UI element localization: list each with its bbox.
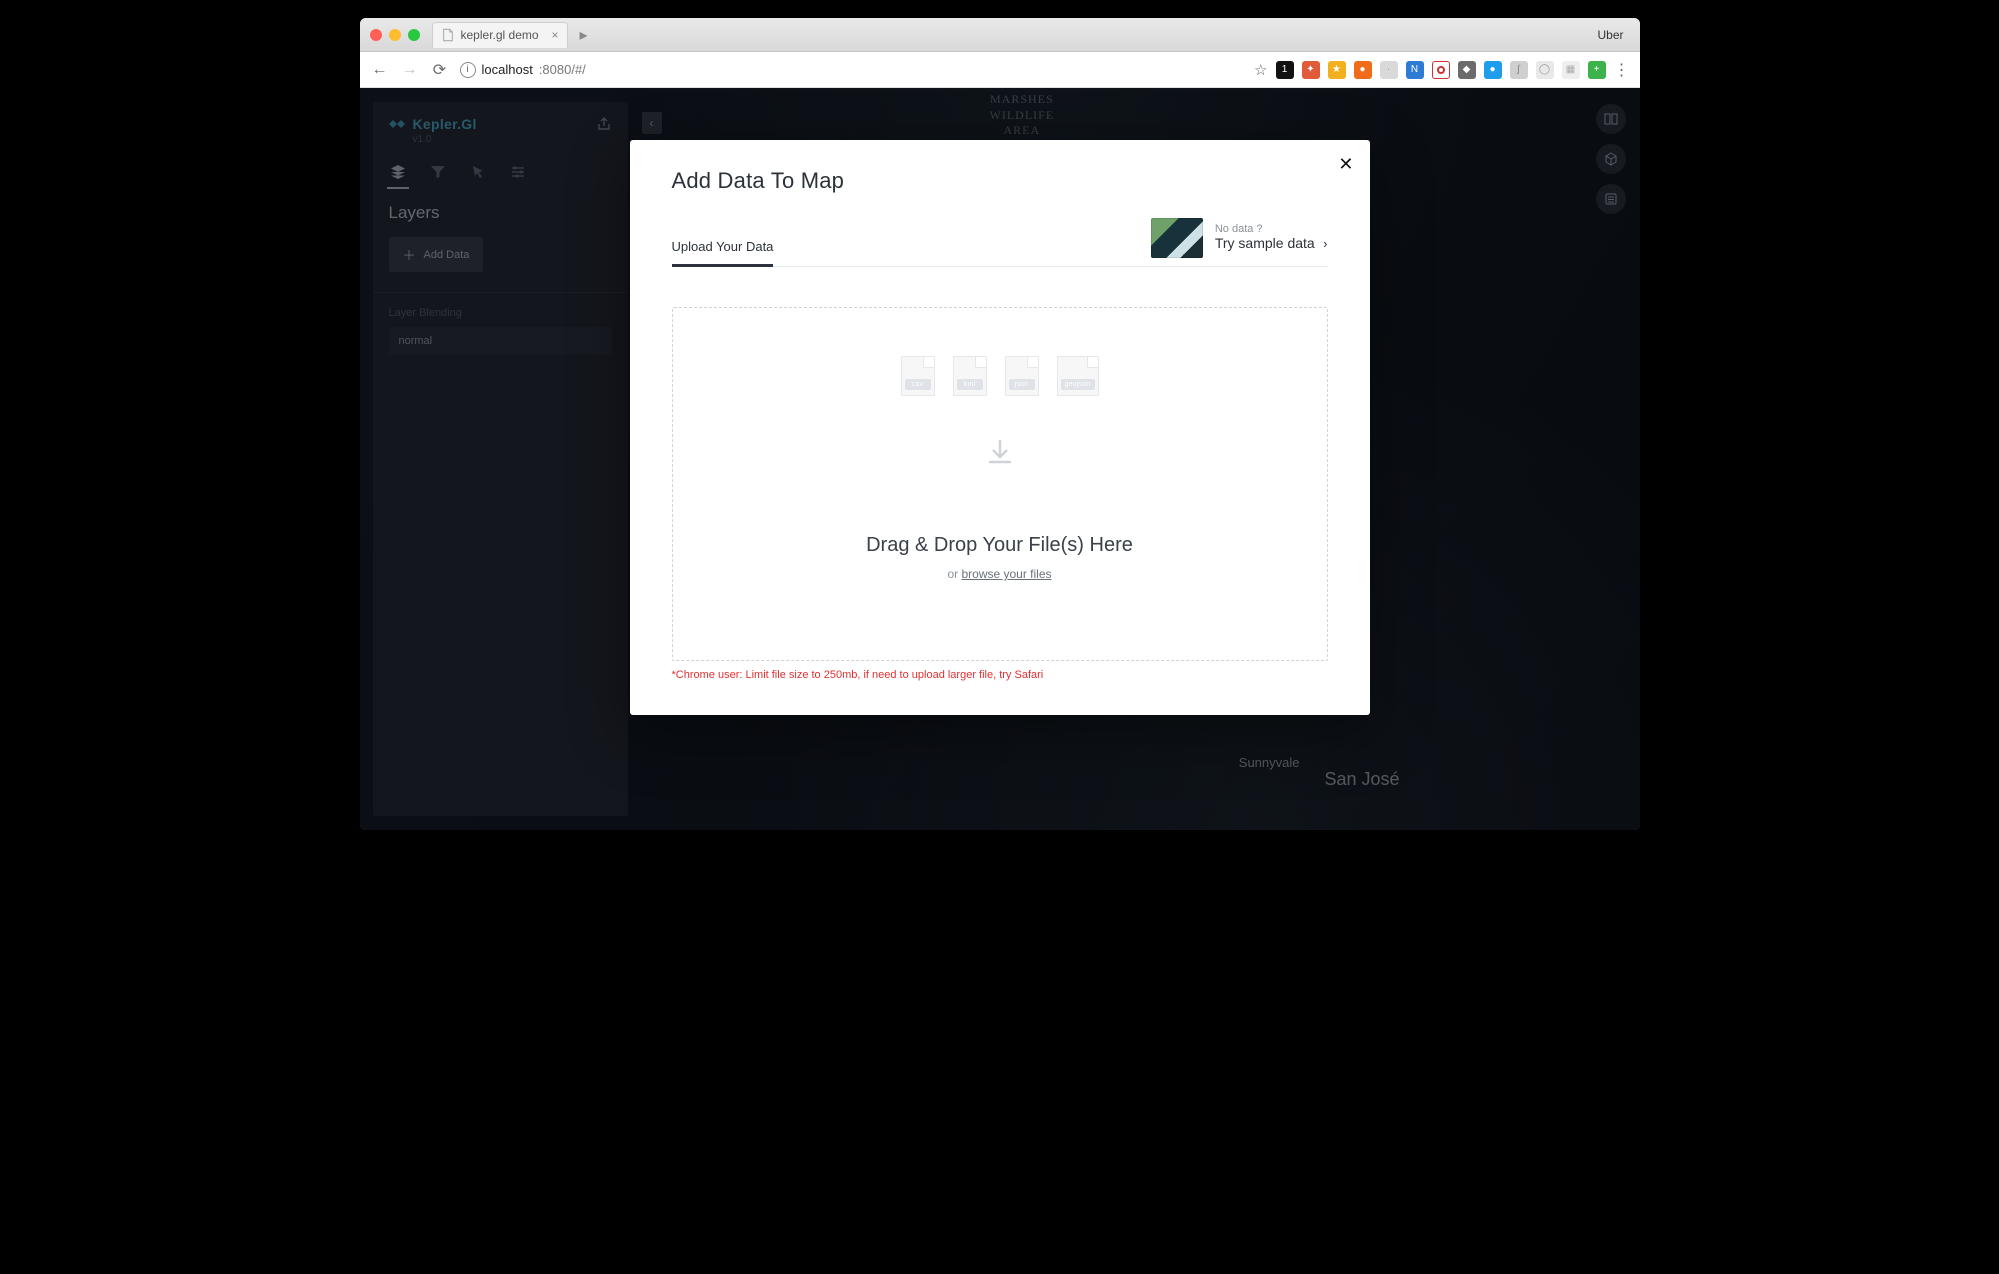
reload-button[interactable]: ⟳	[430, 60, 450, 80]
chrome-file-size-warning: *Chrome user: Limit file size to 250mb, …	[672, 669, 1328, 681]
extension-icon[interactable]: ●	[1484, 61, 1502, 79]
site-info-icon[interactable]: i	[460, 62, 476, 78]
traffic-lights	[370, 29, 420, 41]
close-window-button[interactable]	[370, 29, 382, 41]
maximize-window-button[interactable]	[408, 29, 420, 41]
modal-tabs: Upload Your Data No data ? Try sample da…	[672, 218, 1328, 267]
extension-icon[interactable]: ▦	[1562, 61, 1580, 79]
download-icon	[983, 436, 1017, 470]
extension-icon[interactable]: ·	[1380, 61, 1398, 79]
back-button[interactable]: ←	[370, 61, 390, 79]
file-dropzone[interactable]: csv kml json geojson Drag & Drop Your Fi…	[672, 307, 1328, 661]
address-bar[interactable]: i localhost :8080/#/	[460, 62, 586, 78]
url-path: :8080/#/	[539, 62, 586, 77]
close-modal-button[interactable]: ✕	[1338, 154, 1353, 175]
forward-button[interactable]: →	[400, 61, 420, 79]
modal-title: Add Data To Map	[672, 168, 1328, 194]
extension-icon[interactable]: N	[1406, 61, 1424, 79]
tab-title: kepler.gl demo	[461, 28, 539, 42]
browser-toolbar: ← → ⟳ i localhost :8080/#/ ☆ 1 ✦ ★ ● · N …	[360, 52, 1640, 88]
extension-icon[interactable]: ✦	[1302, 61, 1320, 79]
extension-icon[interactable]: +	[1588, 61, 1606, 79]
supported-file-types: csv kml json geojson	[901, 356, 1099, 396]
sample-prompt: No data ?	[1215, 223, 1328, 235]
extension-icon[interactable]: 1	[1276, 61, 1294, 79]
extension-icons: ☆ 1 ✦ ★ ● · N ◆ ● ∫ ◯ ▦ + ⋮	[1254, 60, 1629, 80]
try-sample-data[interactable]: No data ? Try sample data ›	[1151, 218, 1328, 266]
browser-menu-button[interactable]: ⋮	[1614, 60, 1630, 80]
dropzone-subtitle: or browse your files	[947, 567, 1051, 581]
extension-icon[interactable]	[1432, 61, 1450, 79]
add-data-modal: ✕ Add Data To Map Upload Your Data No da…	[630, 140, 1370, 715]
new-tab-button[interactable]: ▸	[574, 25, 594, 45]
url-host: localhost	[482, 62, 533, 77]
close-tab-button[interactable]: ×	[552, 28, 559, 42]
chevron-right-icon: ›	[1323, 236, 1327, 251]
extension-icon[interactable]: ●	[1354, 61, 1372, 79]
dropzone-title: Drag & Drop Your File(s) Here	[866, 534, 1133, 557]
file-type-icon: json	[1005, 356, 1039, 396]
minimize-window-button[interactable]	[389, 29, 401, 41]
sample-cta-label: Try sample data	[1215, 235, 1315, 251]
browser-profile-label[interactable]: Uber	[1597, 28, 1629, 42]
browser-tab[interactable]: kepler.gl demo ×	[432, 22, 568, 48]
window-titlebar: kepler.gl demo × ▸ Uber	[360, 18, 1640, 52]
browser-window: kepler.gl demo × ▸ Uber ← → ⟳ i localhos…	[360, 18, 1640, 830]
extension-icon[interactable]: ★	[1328, 61, 1346, 79]
browse-files-link[interactable]: browse your files	[961, 567, 1051, 581]
page-icon	[441, 28, 455, 42]
file-type-icon: csv	[901, 356, 935, 396]
file-type-icon: geojson	[1057, 356, 1099, 396]
bookmark-star-icon[interactable]: ☆	[1254, 61, 1267, 79]
extension-icon[interactable]: ∫	[1510, 61, 1528, 79]
file-type-icon: kml	[953, 356, 987, 396]
app-viewport: MARSHES WILDLIFE AREA Sunnyvale San José…	[360, 88, 1640, 830]
extension-icon[interactable]: ◯	[1536, 61, 1554, 79]
sample-thumbnail	[1151, 218, 1203, 258]
tab-upload-data[interactable]: Upload Your Data	[672, 239, 774, 266]
extension-icon[interactable]: ◆	[1458, 61, 1476, 79]
